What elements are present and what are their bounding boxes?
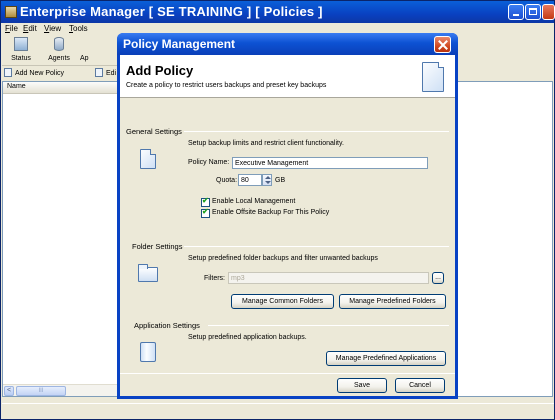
edit-policy-label: Edi	[106, 70, 117, 77]
menu-view[interactable]: View	[44, 24, 61, 33]
menu-edit[interactable]: Edit	[23, 24, 37, 33]
manage-predefined-applications-button[interactable]: Manage Predefined Applications	[326, 351, 446, 366]
policy-document-icon	[422, 62, 444, 92]
policy-management-dialog: Policy Management Add Policy Create a po…	[117, 33, 458, 399]
menu-tools-label: ools	[73, 24, 88, 33]
policy-name-input[interactable]	[232, 157, 428, 169]
menu-edit-label: dit	[28, 24, 37, 33]
maximize-icon	[529, 8, 537, 15]
policy-name-label: Policy Name:	[188, 159, 230, 166]
general-settings-title: General Settings	[126, 127, 182, 136]
minimize-icon	[513, 14, 519, 16]
policy-toolbar: Add New Policy Edi	[2, 65, 122, 79]
general-settings-description: Setup backup limits and restrict client …	[188, 140, 344, 147]
main-window-title: Enterprise Manager [ SE TRAINING ] [ Pol…	[20, 4, 323, 19]
scroll-thumb[interactable]: III	[16, 386, 66, 396]
add-new-policy-button[interactable]: Add New Policy	[4, 68, 64, 77]
folder-settings-divider	[184, 246, 449, 247]
menu-tools[interactable]: Tools	[69, 24, 88, 33]
check-icon: ✔	[202, 207, 209, 216]
status-button-label: Status	[11, 55, 31, 62]
menu-file[interactable]: File	[5, 24, 18, 33]
dialog-heading: Add Policy	[126, 63, 194, 78]
enable-offsite-backup-checkbox[interactable]: ✔	[201, 207, 210, 218]
save-button[interactable]: Save	[337, 378, 387, 393]
manage-common-folders-button[interactable]: Manage Common Folders	[231, 294, 334, 309]
folder-settings-title: Folder Settings	[132, 242, 183, 251]
check-icon: ✔	[202, 196, 209, 205]
general-settings-icon	[140, 149, 156, 169]
dialog-footer-divider	[120, 373, 455, 374]
list-horizontal-scrollbar[interactable]: < III	[3, 384, 127, 396]
add-new-policy-label: Add New Policy	[15, 70, 65, 77]
folder-icon	[138, 264, 158, 282]
manage-predefined-folders-button[interactable]: Manage Predefined Folders	[339, 294, 446, 309]
status-button[interactable]: Status	[6, 35, 36, 65]
dialog-close-button[interactable]	[434, 36, 451, 53]
maximize-button[interactable]	[525, 4, 541, 20]
scroll-left-button[interactable]: <	[4, 386, 14, 396]
menu-file-label: ile	[9, 24, 18, 33]
toolbar-partial-label: Ap	[80, 55, 89, 62]
enable-offsite-backup-label: Enable Offsite Backup For This Policy	[212, 209, 330, 216]
edit-policy-button[interactable]: Edi	[95, 68, 116, 77]
policy-list[interactable]: Name < III	[2, 81, 128, 397]
enable-local-management-label: Enable Local Management	[212, 198, 296, 205]
dialog-header: Add Policy Create a policy to restrict u…	[120, 55, 455, 98]
agents-button-label: Agents	[48, 55, 70, 62]
quota-spinner[interactable]	[262, 174, 272, 186]
dialog-subtitle: Create a policy to restrict users backup…	[126, 82, 327, 89]
status-icon	[14, 37, 28, 51]
column-header-name[interactable]: Name	[7, 83, 26, 90]
main-titlebar[interactable]: Enterprise Manager [ SE TRAINING ] [ Pol…	[1, 1, 555, 23]
application-icon	[140, 342, 156, 362]
application-settings-title: Application Settings	[134, 321, 200, 330]
application-settings-description: Setup predefined application backups.	[188, 334, 307, 341]
dialog-title: Policy Management	[123, 37, 236, 51]
application-settings-divider	[208, 325, 449, 326]
add-policy-icon	[4, 68, 12, 77]
app-icon	[5, 6, 17, 18]
quota-unit: GB	[275, 177, 286, 184]
edit-policy-icon	[95, 68, 103, 77]
list-header: Name	[3, 82, 127, 94]
menubar: File Edit View Tools	[2, 23, 122, 35]
dialog-titlebar[interactable]: Policy Management	[117, 33, 458, 55]
quota-input[interactable]	[238, 174, 262, 186]
minimize-button[interactable]	[508, 4, 524, 20]
folder-settings-description: Setup predefined folder backups and filt…	[188, 255, 378, 262]
enable-local-management-checkbox[interactable]: ✔	[201, 196, 210, 207]
status-bar	[2, 403, 554, 419]
filters-input[interactable]	[228, 272, 429, 284]
main-toolbar: Status Agents Ap	[2, 35, 122, 65]
menu-view-label: iew	[49, 24, 62, 33]
dialog-body: Add Policy Create a policy to restrict u…	[120, 55, 455, 396]
agents-button[interactable]: Agents	[44, 35, 74, 65]
filters-browse-button[interactable]: ...	[432, 272, 444, 284]
agents-icon	[54, 37, 64, 51]
quota-label: Quota:	[216, 177, 238, 184]
cancel-button[interactable]: Cancel	[395, 378, 445, 393]
general-settings-divider	[184, 131, 449, 132]
main-close-button[interactable]	[542, 4, 555, 20]
filters-label: Filters:	[204, 275, 225, 282]
toolbar-partial-button[interactable]: Ap	[80, 35, 110, 65]
